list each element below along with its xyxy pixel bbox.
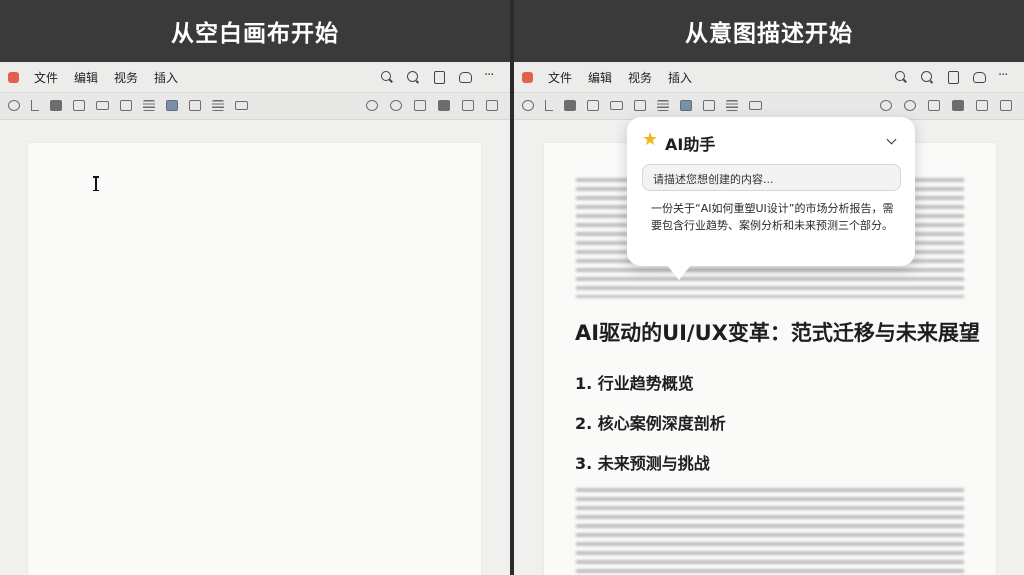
caption-bar: 从意图描述开始 (514, 0, 1024, 62)
menu-view[interactable]: 视务 (114, 69, 138, 86)
undo-icon[interactable] (522, 100, 534, 111)
table-icon[interactable] (634, 100, 646, 111)
more-icon[interactable]: ··· (998, 69, 1012, 84)
color-icon[interactable] (166, 100, 178, 111)
menu: 文件 编辑 视务 插入 (34, 69, 178, 86)
color-icon[interactable] (680, 100, 692, 111)
text-icon[interactable] (545, 100, 553, 111)
divider-icon[interactable] (749, 101, 762, 110)
search-icon[interactable] (894, 70, 908, 84)
fill-icon[interactable] (564, 100, 576, 111)
menu: 文件 编辑 视务 插入 (548, 69, 692, 86)
menu-insert[interactable]: 插入 (668, 69, 692, 86)
format-toolbar (0, 93, 510, 120)
ai-prompt-text: 一份关于“AI如何重塑UI设计”的市场分析报告，需要包含行业趋势、案例分析和未来… (651, 202, 894, 232)
fill-icon[interactable] (50, 100, 62, 111)
menu-view[interactable]: 视务 (628, 69, 652, 86)
toolbar-left (8, 100, 248, 111)
list-icon[interactable] (143, 100, 155, 111)
format-toolbar (514, 93, 1024, 120)
blank-document[interactable] (28, 143, 481, 575)
image-icon[interactable] (703, 100, 715, 111)
menu-insert[interactable]: 插入 (154, 69, 178, 86)
document-icon[interactable] (432, 70, 446, 84)
page-icon[interactable] (414, 100, 426, 111)
highlight-icon[interactable] (952, 100, 964, 111)
menu-bar: 文件 编辑 视务 插入 ··· (514, 62, 1024, 93)
find-icon[interactable] (904, 100, 916, 111)
chevron-down-icon[interactable] (886, 134, 897, 145)
app-icon (522, 72, 533, 83)
star-icon: ★ (642, 129, 659, 150)
share-icon[interactable] (462, 100, 474, 111)
section-heading: 3. 未来预测与挑战 (575, 454, 710, 473)
ai-assistant-popup: ★ AI助手 请描述您想创建的内容... 一份关于“AI如何重塑UI设计”的市场… (627, 117, 915, 280)
blank-canvas-panel: 从空白画布开始 文件 编辑 视务 插入 ··· (0, 0, 510, 575)
section-heading: 2. 核心案例深度剖析 (575, 414, 726, 433)
menu-edit[interactable]: 编辑 (74, 69, 98, 86)
more-icon[interactable]: ··· (484, 69, 498, 84)
intent-panel: 从意图描述开始 文件 编辑 视务 插入 ··· AI驱动的UI/UX变革：范式迁… (514, 0, 1024, 575)
caption-bar: 从空白画布开始 (0, 0, 510, 62)
zoom-icon[interactable] (406, 70, 420, 84)
frame-icon[interactable] (96, 101, 109, 110)
export-icon[interactable] (1000, 100, 1012, 111)
export-icon[interactable] (486, 100, 498, 111)
search-text-icon[interactable] (880, 100, 892, 111)
zoom-icon[interactable] (920, 70, 934, 84)
search-icon[interactable] (380, 70, 394, 84)
highlight-icon[interactable] (438, 100, 450, 111)
image-icon[interactable] (189, 100, 201, 111)
paragraph-icon[interactable] (726, 100, 738, 111)
document-icon[interactable] (946, 70, 960, 84)
paragraph-icon[interactable] (212, 100, 224, 111)
toolbar-right (366, 100, 498, 111)
search-text-icon[interactable] (366, 100, 378, 111)
frame-icon[interactable] (610, 101, 623, 110)
blurred-body-text (576, 488, 964, 575)
ai-prompt-input[interactable]: 请描述您想创建的内容... (642, 164, 901, 191)
list-icon[interactable] (657, 100, 669, 111)
comment-icon[interactable] (972, 70, 986, 84)
undo-icon[interactable] (8, 100, 20, 111)
menu-file[interactable]: 文件 (548, 69, 572, 86)
menu-right-icons: ··· (894, 69, 1012, 84)
box-icon[interactable] (587, 100, 599, 111)
box-icon[interactable] (73, 100, 85, 111)
share-icon[interactable] (976, 100, 988, 111)
menu-right-icons: ··· (380, 69, 498, 84)
comment-icon[interactable] (458, 70, 472, 84)
menu-edit[interactable]: 编辑 (588, 69, 612, 86)
page-icon[interactable] (928, 100, 940, 111)
text-cursor-icon (93, 176, 99, 191)
find-icon[interactable] (390, 100, 402, 111)
table-icon[interactable] (120, 100, 132, 111)
toolbar-right (880, 100, 1012, 111)
panel-caption: 从意图描述开始 (685, 21, 853, 47)
app-icon (8, 72, 19, 83)
ai-assistant-title: AI助手 (665, 135, 716, 154)
text-icon[interactable] (31, 100, 39, 111)
panel-caption: 从空白画布开始 (171, 21, 339, 47)
menu-bar: 文件 编辑 视务 插入 ··· (0, 62, 510, 93)
toolbar-left (522, 100, 762, 111)
document-title: AI驱动的UI/UX变革：范式迁移与未来展望 (575, 321, 980, 345)
divider-icon[interactable] (235, 101, 248, 110)
menu-file[interactable]: 文件 (34, 69, 58, 86)
section-heading: 1. 行业趋势概览 (575, 374, 694, 393)
